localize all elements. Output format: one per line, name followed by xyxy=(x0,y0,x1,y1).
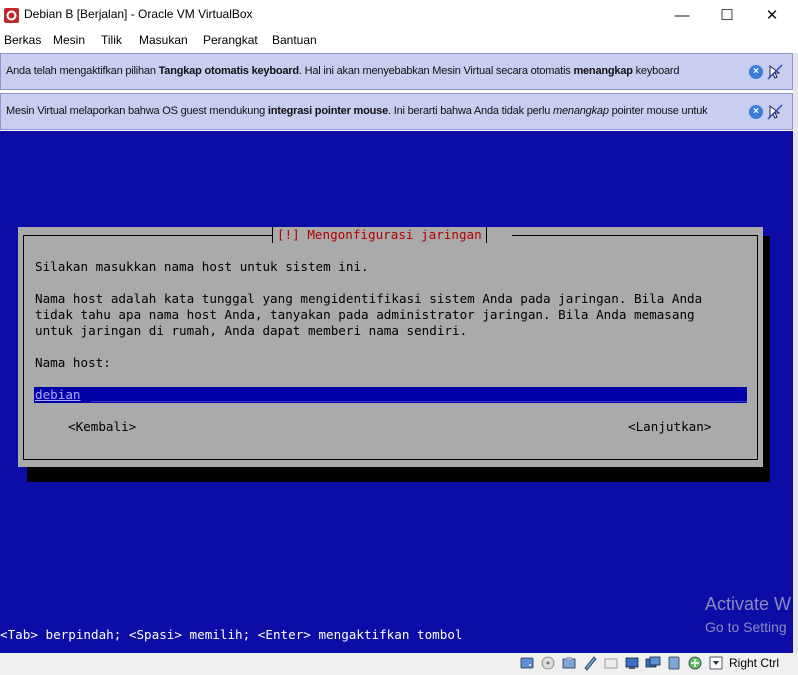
continue-button[interactable]: <Lanjutkan> xyxy=(628,419,711,435)
menu-bar: Berkas Mesin Tilik Masukan Perangkat Ban… xyxy=(0,30,798,52)
recording-icon[interactable] xyxy=(666,655,682,671)
banner-close-icon[interactable]: × xyxy=(749,105,763,119)
vm-display[interactable]: [!] Mengonfigurasi jaringan Silakan masu… xyxy=(0,131,793,653)
mouse-integration-toggle-icon[interactable] xyxy=(767,104,783,120)
optical-drive-icon[interactable] xyxy=(540,655,556,671)
banner-message: Mesin Virtual melaporkan bahwa OS guest … xyxy=(6,105,708,117)
back-button[interactable]: <Kembali> xyxy=(68,419,136,435)
minimize-button[interactable]: — xyxy=(659,0,705,30)
keyboard-capture-banner: Anda telah mengaktifkan pilihan Tangkap … xyxy=(0,53,793,90)
watermark-line-1: Activate W xyxy=(705,594,792,614)
virtualbox-app-icon xyxy=(4,8,19,23)
keyboard-help-line: <Tab> berpindah; <Spasi> memilih; <Enter… xyxy=(0,627,463,642)
hostname-label: Nama host: xyxy=(35,355,111,370)
display-icon[interactable] xyxy=(645,655,661,671)
keyboard-capture-icon[interactable] xyxy=(708,655,724,671)
usb-icon[interactable] xyxy=(603,655,619,671)
minimize-icon: — xyxy=(674,6,690,24)
shared-folders-icon[interactable] xyxy=(624,655,640,671)
host-key-label: Right Ctrl xyxy=(729,656,780,670)
cpu-icon[interactable] xyxy=(687,655,703,671)
menu-perangkat[interactable]: Perangkat xyxy=(203,33,258,47)
close-icon: ✕ xyxy=(765,7,779,24)
maximize-icon: ☐ xyxy=(720,7,734,24)
hard-disk-icon[interactable] xyxy=(519,655,535,671)
keyboard-capture-toggle-icon[interactable] xyxy=(767,64,783,80)
close-button[interactable]: ✕ xyxy=(749,0,795,30)
hostname-input-fill: ________________________________________… xyxy=(91,387,747,402)
dialog-title: [!] Mengonfigurasi jaringan xyxy=(272,227,487,243)
banner-close-icon[interactable]: × xyxy=(749,65,763,79)
dialog-description-line-2: tidak tahu apa nama host Anda, tanyakan … xyxy=(35,307,695,322)
menu-bantuan[interactable]: Bantuan xyxy=(272,33,317,47)
status-bar: Right Ctrl xyxy=(0,653,798,675)
menu-mesin[interactable]: Mesin xyxy=(53,33,85,47)
hostname-value[interactable]: debian xyxy=(35,387,81,403)
window-title: Debian B [Berjalan] - Oracle VM VirtualB… xyxy=(24,7,253,21)
dialog-prompt: Silakan masukkan nama host untuk sistem … xyxy=(35,259,369,274)
installer-dialog: [!] Mengonfigurasi jaringan Silakan masu… xyxy=(18,227,763,467)
menu-masukan[interactable]: Masukan xyxy=(139,33,188,47)
menu-tilik[interactable]: Tilik xyxy=(101,33,122,47)
watermark-line-2: Go to Setting xyxy=(705,619,787,635)
mouse-integration-banner: Mesin Virtual melaporkan bahwa OS guest … xyxy=(0,93,793,130)
dialog-description-line-1: Nama host adalah kata tunggal yang mengi… xyxy=(35,291,703,306)
window-right-edge xyxy=(793,53,798,665)
network-icon[interactable] xyxy=(582,655,598,671)
maximize-button[interactable]: ☐ xyxy=(704,0,750,30)
audio-icon[interactable] xyxy=(561,655,577,671)
menu-berkas[interactable]: Berkas xyxy=(4,33,41,47)
title-bar: Debian B [Berjalan] - Oracle VM VirtualB… xyxy=(0,0,798,30)
activate-windows-watermark: Activate W Go to Setting xyxy=(705,594,791,635)
dialog-description-line-3: untuk jaringan di rumah, Anda dapat memb… xyxy=(35,323,468,338)
banner-message: Anda telah mengaktifkan pilihan Tangkap … xyxy=(6,65,680,77)
